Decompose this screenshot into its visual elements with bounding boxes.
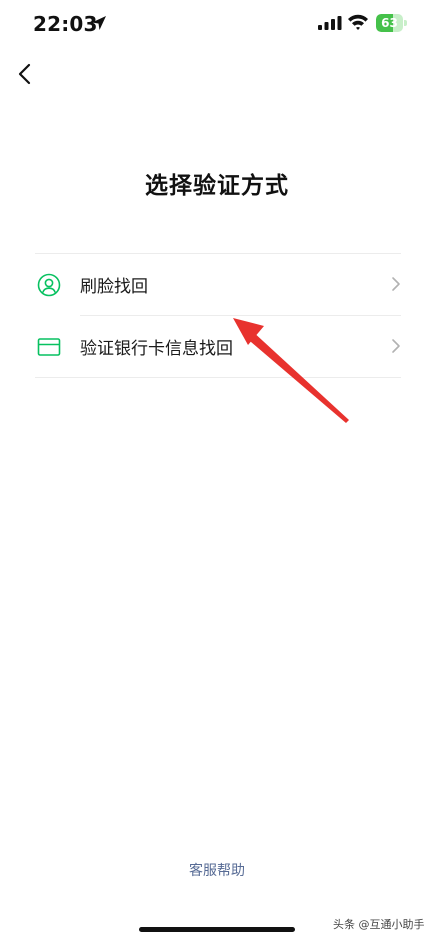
battery-cap [404, 20, 407, 26]
option-label: 刷脸找回 [80, 277, 148, 297]
back-button[interactable] [10, 58, 42, 90]
option-face-recovery[interactable]: 刷脸找回 [35, 253, 401, 315]
bank-card-icon [37, 338, 61, 356]
watermark: 头条 @互通小助手 [333, 918, 425, 931]
page-title: 选择验证方式 [145, 173, 289, 199]
verification-options: 刷脸找回 验证银行卡信息找回 [35, 253, 401, 378]
customer-service-help-link[interactable]: 客服帮助 [0, 860, 434, 880]
divider [80, 315, 401, 316]
battery-body: 63 [376, 14, 403, 32]
option-bank-card-recovery[interactable]: 验证银行卡信息找回 [35, 315, 401, 377]
location-arrow-icon [92, 16, 106, 30]
status-time: 22:03 [33, 12, 98, 36]
chevron-right-icon [392, 277, 400, 291]
face-recognition-icon [37, 273, 61, 297]
divider [35, 377, 401, 378]
divider [35, 253, 401, 254]
status-bar: 22:03 63 [0, 0, 434, 50]
wifi-icon [348, 14, 368, 30]
home-indicator[interactable] [139, 927, 295, 932]
cellular-signal-icon [318, 16, 342, 30]
chevron-right-icon [392, 339, 400, 353]
battery-indicator: 63 [376, 14, 408, 32]
red-arrow-annotation [233, 318, 349, 423]
battery-level: 63 [381, 16, 398, 30]
option-label: 验证银行卡信息找回 [80, 339, 233, 359]
